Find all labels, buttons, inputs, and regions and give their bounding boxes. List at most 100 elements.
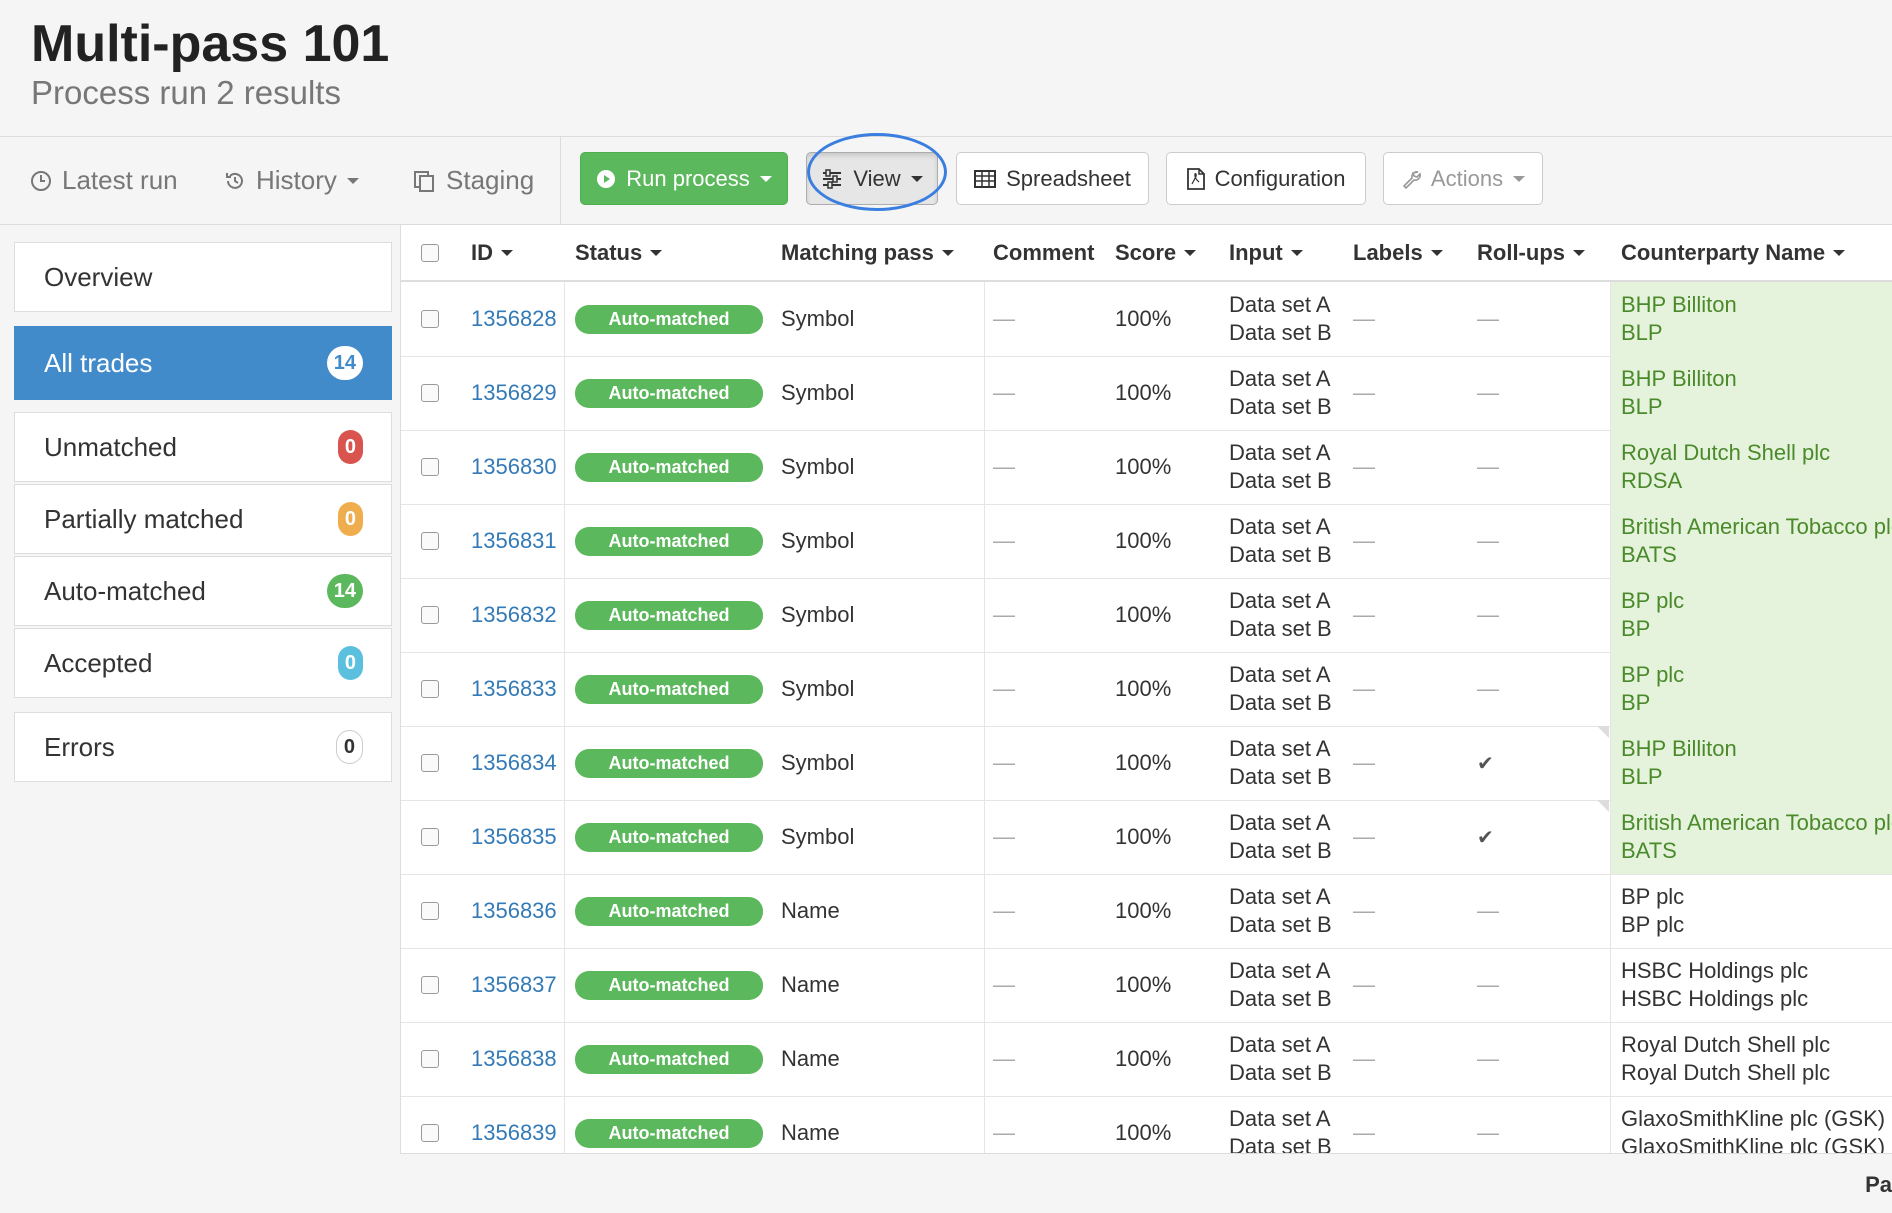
matching-pass: Symbol <box>781 602 855 627</box>
table-row[interactable]: 1356831 Auto-matched Symbol — 100% Data set A… <box>401 504 1892 579</box>
table-row[interactable]: 1356837 Auto-matched Name — 100% Data set A Da… <box>401 948 1892 1023</box>
trades-table: ID Status Matching pass Comment Score In… <box>400 225 1892 1153</box>
trade-id-link[interactable]: 1356833 <box>471 652 557 726</box>
trade-id-link[interactable]: 1356831 <box>471 504 557 578</box>
row-checkbox[interactable] <box>421 1022 439 1096</box>
row-checkbox[interactable] <box>421 578 439 652</box>
status-badge: Auto-matched <box>575 282 763 356</box>
tab-label: Latest run <box>62 165 178 195</box>
trade-id-link[interactable]: 1356836 <box>471 874 557 948</box>
table-row[interactable]: 1356828 Auto-matched Symbol — 100% Data set A… <box>401 282 1892 357</box>
trade-id-link[interactable]: 1356828 <box>471 282 557 356</box>
trade-id-link[interactable]: 1356830 <box>471 430 557 504</box>
input-cell: Data set A Data set B <box>1229 1032 1332 1085</box>
column-header-id[interactable]: ID <box>471 225 513 280</box>
row-checkbox[interactable] <box>421 430 439 504</box>
tab-latest-run[interactable]: Latest run <box>30 137 178 224</box>
row-checkbox[interactable] <box>421 874 439 948</box>
sidebar-item-unmatched[interactable]: Unmatched 0 <box>14 412 392 482</box>
page-subtitle: Process run 2 results <box>31 74 341 111</box>
trade-id-link[interactable]: 1356837 <box>471 948 557 1022</box>
sidebar-item-overview[interactable]: Overview <box>14 242 392 312</box>
status-badge: Auto-matched <box>575 800 763 874</box>
table-row[interactable]: 1356833 Auto-matched Symbol — 100% Data set A… <box>401 652 1892 727</box>
row-checkbox[interactable] <box>421 282 439 356</box>
input-cell: Data set A Data set B <box>1229 736 1332 789</box>
score-cell: 100% <box>1115 1120 1172 1145</box>
count-badge: 0 <box>335 730 363 764</box>
column-header-counterparty-name[interactable]: Counterparty Name <box>1621 225 1846 280</box>
sidebar-item-auto-matched[interactable]: Auto-matched 14 <box>14 556 392 626</box>
tab-staging[interactable]: Staging <box>412 137 534 224</box>
score-cell: 100% <box>1115 824 1172 849</box>
row-checkbox[interactable] <box>421 948 439 1022</box>
sidebar-item-all-trades[interactable]: All trades 14 <box>14 326 392 400</box>
table-row[interactable]: 1356834 Auto-matched Symbol — 100% Data set A… <box>401 726 1892 801</box>
view-button[interactable]: View <box>806 152 938 205</box>
column-header-matching-pass[interactable]: Matching pass <box>781 225 954 280</box>
row-checkbox[interactable] <box>421 356 439 430</box>
chevron-down-icon <box>1184 249 1197 256</box>
row-checkbox[interactable] <box>421 1096 439 1153</box>
row-checkbox[interactable] <box>421 504 439 578</box>
status-badge: Auto-matched <box>575 578 763 652</box>
table-row[interactable]: 1356830 Auto-matched Symbol — 100% Data set A… <box>401 430 1892 505</box>
score-cell: 100% <box>1115 528 1172 553</box>
column-header-roll-ups[interactable]: Roll-ups <box>1477 225 1585 280</box>
tab-label: Staging <box>446 165 535 195</box>
column-header-status[interactable]: Status <box>575 225 663 280</box>
table-row[interactable]: 1356836 Auto-matched Name — 100% Data set A Da… <box>401 874 1892 949</box>
comment-cell: — <box>993 824 1015 849</box>
sidebar-item-errors[interactable]: Errors 0 <box>14 712 392 782</box>
chevron-down-icon <box>1513 175 1526 182</box>
column-header-input[interactable]: Input <box>1229 225 1303 280</box>
score-cell: 100% <box>1115 750 1172 775</box>
column-header-labels[interactable]: Labels <box>1353 225 1443 280</box>
tab-history[interactable]: History <box>224 137 359 224</box>
table-row[interactable]: 1356832 Auto-matched Symbol — 100% Data set A… <box>401 578 1892 653</box>
history-icon <box>224 170 246 192</box>
table-row[interactable]: 1356835 Auto-matched Symbol — 100% Data set A… <box>401 800 1892 875</box>
trade-id-link[interactable]: 1356832 <box>471 578 557 652</box>
matching-pass: Name <box>781 1046 840 1071</box>
count-badge: 0 <box>337 430 363 464</box>
rollups-cell: — <box>1477 1046 1499 1071</box>
actions-button[interactable]: Actions <box>1383 152 1543 205</box>
run-process-button[interactable]: Run process <box>580 152 788 205</box>
count-badge: 0 <box>337 646 363 680</box>
row-checkbox[interactable] <box>421 800 439 874</box>
rollups-cell: ✔ <box>1477 826 1494 849</box>
trade-id-link[interactable]: 1356829 <box>471 356 557 430</box>
score-cell: 100% <box>1115 676 1172 701</box>
tab-label: History <box>256 165 337 195</box>
status-badge: Auto-matched <box>575 1022 763 1096</box>
table-row[interactable]: 1356838 Auto-matched Name — 100% Data set A Da… <box>401 1022 1892 1097</box>
trade-id-link[interactable]: 1356834 <box>471 726 557 800</box>
table-row[interactable]: 1356839 Auto-matched Name — 100% Data set A Da… <box>401 1096 1892 1153</box>
column-header-score[interactable]: Score <box>1115 225 1197 280</box>
comment-cell: — <box>993 1120 1015 1145</box>
comment-cell: — <box>993 750 1015 775</box>
copy-icon <box>412 169 436 193</box>
score-cell: 100% <box>1115 972 1172 997</box>
pagination-text: Pa <box>1865 1172 1892 1197</box>
trade-id-link[interactable]: 1356839 <box>471 1096 557 1153</box>
input-cell: Data set A Data set B <box>1229 366 1332 419</box>
sidebar-item-accepted[interactable]: Accepted 0 <box>14 628 392 698</box>
configuration-button[interactable]: Configuration <box>1166 152 1366 205</box>
matching-pass: Symbol <box>781 454 855 479</box>
score-cell: 100% <box>1115 898 1172 923</box>
input-cell: Data set A Data set B <box>1229 588 1332 641</box>
spreadsheet-button[interactable]: Spreadsheet <box>956 152 1149 205</box>
score-cell: 100% <box>1115 1046 1172 1071</box>
score-cell: 100% <box>1115 306 1172 331</box>
select-all-checkbox[interactable] <box>421 225 439 280</box>
trade-id-link[interactable]: 1356838 <box>471 1022 557 1096</box>
score-cell: 100% <box>1115 380 1172 405</box>
trade-id-link[interactable]: 1356835 <box>471 800 557 874</box>
row-checkbox[interactable] <box>421 652 439 726</box>
sidebar-item-partially-matched[interactable]: Partially matched 0 <box>14 484 392 554</box>
row-checkbox[interactable] <box>421 726 439 800</box>
labels-cell: — <box>1353 898 1375 923</box>
table-row[interactable]: 1356829 Auto-matched Symbol — 100% Data set A… <box>401 356 1892 431</box>
